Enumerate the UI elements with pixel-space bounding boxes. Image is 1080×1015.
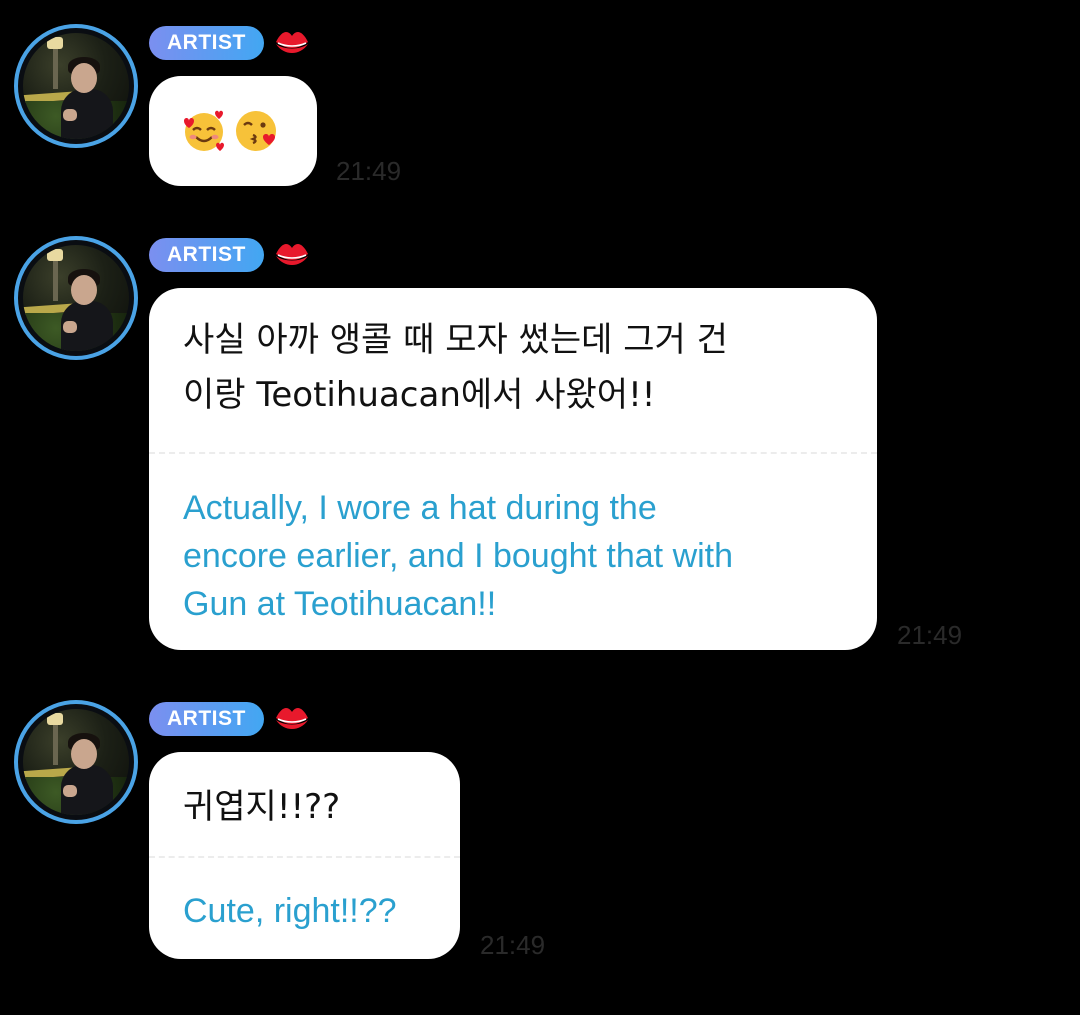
message-time: 21:49 [336, 156, 402, 186]
artist-avatar[interactable] [14, 236, 138, 360]
artist-badge: ARTIST [149, 26, 264, 60]
translation-divider [149, 452, 877, 454]
translation-text-line: Cute, right!!?? [183, 892, 397, 930]
translation-divider [149, 856, 460, 858]
avatar-photo [23, 245, 129, 351]
translation-text-line: Gun at Teotihuacan!! [183, 585, 497, 623]
message-time: 21:49 [897, 620, 963, 650]
artist-badge: ARTIST [149, 702, 264, 736]
message-bubble[interactable]: 사실 아까 앵콜 때 모자 썼는데 그거 건 이랑 Teotihuacan에서 … [149, 288, 877, 650]
lips-icon [275, 244, 308, 265]
emoji-bubble[interactable] [149, 76, 317, 186]
artist-avatar[interactable] [14, 24, 138, 148]
message-bubble[interactable]: 귀엽지!!?? Cute, right!!?? [149, 752, 460, 959]
artist-avatar[interactable] [14, 700, 138, 824]
smiling-face-with-hearts-icon [184, 110, 224, 151]
face-blowing-kiss-icon [236, 111, 276, 151]
avatar-photo [23, 33, 129, 139]
lips-icon [275, 32, 308, 53]
translation-text-line: Actually, I wore a hat during the [183, 489, 657, 527]
korean-text-line: 사실 아까 앵콜 때 모자 썼는데 그거 건 [183, 320, 728, 360]
avatar-photo [23, 709, 129, 815]
korean-text-line: 이랑 Teotihuacan에서 사왔어!! [183, 375, 656, 415]
lips-icon [275, 708, 308, 729]
translation-text-line: encore earlier, and I bought that with [183, 537, 734, 575]
artist-badge: ARTIST [149, 238, 264, 272]
message-time: 21:49 [480, 930, 546, 960]
korean-text-line: 귀엽지!!?? [183, 787, 341, 827]
